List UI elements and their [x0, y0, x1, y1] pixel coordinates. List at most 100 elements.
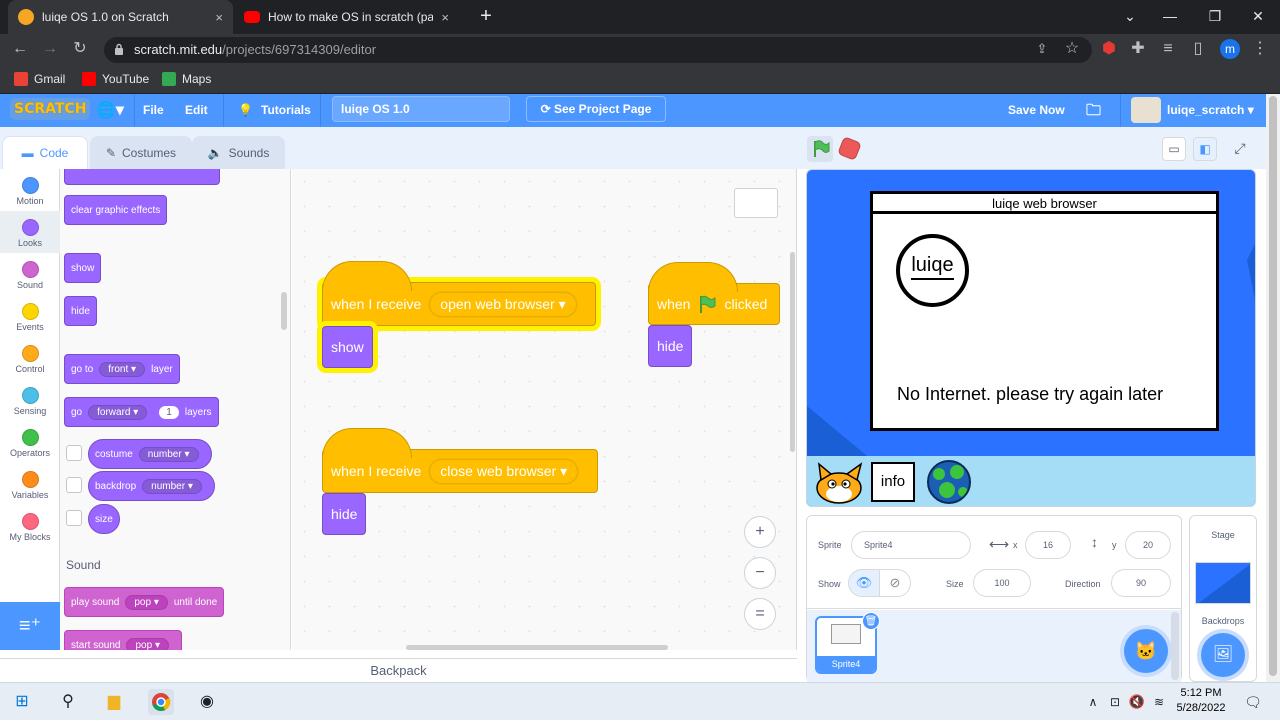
- close-window-button[interactable]: ✕: [1238, 4, 1278, 28]
- palette-block-costume-number[interactable]: costume number ▾: [88, 439, 212, 469]
- palette-block-show[interactable]: show: [64, 253, 102, 283]
- category-sensing[interactable]: Sensing: [0, 379, 60, 421]
- file-menu[interactable]: File: [143, 94, 164, 127]
- palette-block-backdrop-number[interactable]: backdrop number ▾: [88, 471, 215, 501]
- file-explorer-icon[interactable]: ▆: [101, 689, 127, 715]
- sprite-list-scrollbar[interactable]: [1171, 612, 1179, 680]
- tutorials-button[interactable]: Tutorials: [261, 94, 311, 127]
- reload-icon[interactable]: ↻: [70, 39, 90, 59]
- chrome-menu-icon[interactable]: ⋮: [1250, 39, 1270, 59]
- save-now-button[interactable]: Save Now: [1008, 94, 1065, 127]
- tab-costumes[interactable]: ✎ Costumes: [90, 136, 192, 169]
- category-control[interactable]: Control: [0, 337, 60, 379]
- minimize-button[interactable]: —: [1150, 4, 1190, 28]
- extensions-puzzle-icon[interactable]: ✚: [1128, 39, 1148, 59]
- info-app-button[interactable]: info: [871, 462, 915, 502]
- add-extension-button[interactable]: ≡⁺: [0, 602, 60, 650]
- block-hide[interactable]: hide: [648, 325, 693, 367]
- backdrop-dropdown[interactable]: number ▾: [142, 478, 202, 494]
- layer-dropdown[interactable]: front ▾: [99, 361, 146, 377]
- stage-selector[interactable]: Stage Backdrops 🖼: [1189, 515, 1257, 682]
- hat-when-i-receive-close[interactable]: when I receive close web browser ▾: [322, 428, 598, 493]
- category-events[interactable]: Events: [0, 295, 60, 337]
- show-visible-eye-icon[interactable]: 👁: [848, 569, 880, 597]
- close-tab-icon[interactable]: ×: [215, 10, 223, 25]
- side-panel-icon[interactable]: ▯: [1188, 39, 1208, 59]
- block-show[interactable]: show: [322, 326, 373, 368]
- chrome-taskbar-icon[interactable]: [148, 689, 174, 715]
- back-arrow-icon[interactable]: ←: [10, 39, 30, 59]
- username-menu[interactable]: luiqe_scratch ▾: [1167, 94, 1254, 127]
- windows-start-icon[interactable]: ⊞: [9, 689, 35, 715]
- share-icon[interactable]: ⇪: [1032, 39, 1052, 59]
- bookmark-gmail[interactable]: Gmail: [14, 71, 65, 87]
- media-control-icon[interactable]: ≡: [1158, 39, 1178, 59]
- script-horizontal-scrollbar[interactable]: [406, 645, 668, 650]
- scratch-logo[interactable]: SCRATCH: [10, 98, 91, 120]
- large-stage-button[interactable]: ◧: [1193, 137, 1217, 161]
- sound-dropdown[interactable]: pop ▾: [125, 594, 168, 610]
- fullscreen-icon[interactable]: ⤢: [1228, 137, 1252, 161]
- green-flag-button[interactable]: [807, 136, 833, 162]
- web-browser-globe-icon[interactable]: [927, 460, 971, 504]
- sound-dropdown[interactable]: pop ▾: [126, 637, 169, 650]
- palette-block-hide[interactable]: hide: [64, 296, 97, 326]
- category-looks[interactable]: Looks: [0, 211, 60, 253]
- category-motion[interactable]: Motion: [0, 169, 60, 211]
- zoom-reset-button[interactable]: =: [744, 598, 776, 630]
- script-area[interactable]: when I receive open web browser ▾ show w…: [292, 169, 797, 650]
- scratch-cat-icon[interactable]: [811, 460, 867, 506]
- script-vertical-scrollbar[interactable]: [790, 252, 795, 452]
- backdrop-monitor-checkbox[interactable]: [66, 477, 82, 493]
- costume-monitor-checkbox[interactable]: [66, 445, 82, 461]
- my-stuff-folder-icon[interactable]: 🗀: [1086, 94, 1101, 127]
- maximize-button[interactable]: ❐: [1195, 4, 1235, 28]
- edit-menu[interactable]: Edit: [185, 94, 208, 127]
- size-monitor-checkbox[interactable]: [66, 510, 82, 526]
- palette-block-size[interactable]: size: [88, 504, 120, 534]
- y-input[interactable]: 20: [1125, 531, 1171, 559]
- tab-code[interactable]: ▬ Code: [2, 136, 88, 169]
- palette-block-start-sound[interactable]: start sound pop ▾: [64, 630, 182, 650]
- palette-block-clear-graphic-effects[interactable]: clear graphic effects: [64, 195, 168, 225]
- choose-sprite-button[interactable]: 🐱: [1124, 629, 1168, 673]
- obs-recorder-icon[interactable]: ◉: [194, 689, 220, 715]
- message-dropdown[interactable]: open web browser ▾: [429, 291, 577, 317]
- choose-backdrop-button[interactable]: 🖼: [1201, 633, 1245, 677]
- notifications-icon[interactable]: 🗨: [1240, 689, 1266, 715]
- search-icon[interactable]: ⚲: [55, 689, 81, 715]
- bookmark-maps[interactable]: Maps: [162, 71, 211, 87]
- category-my-blocks[interactable]: My Blocks: [0, 505, 60, 547]
- palette-block-go-to-layer[interactable]: go to front ▾ layer: [64, 354, 180, 384]
- palette-scrollbar[interactable]: [281, 292, 287, 330]
- block-hide[interactable]: hide: [322, 493, 367, 535]
- x-input[interactable]: 16: [1025, 531, 1071, 559]
- address-bar[interactable]: scratch.mit.edu/projects/697314309/edito…: [104, 37, 1092, 63]
- message-dropdown[interactable]: close web browser ▾: [429, 458, 579, 484]
- see-project-page-button[interactable]: ⟳ See Project Page: [526, 96, 666, 122]
- page-scrollbar-thumb[interactable]: [1269, 96, 1277, 676]
- tab-luiqe-os[interactable]: luiqe OS 1.0 on Scratch ×: [8, 0, 233, 34]
- small-stage-button[interactable]: ▭: [1162, 137, 1186, 161]
- tab-sounds[interactable]: 🔈 Sounds: [192, 136, 285, 169]
- hat-when-i-receive-open[interactable]: when I receive open web browser ▾: [322, 261, 596, 326]
- delete-sprite-icon[interactable]: 🗑: [862, 612, 880, 630]
- profile-avatar[interactable]: m: [1220, 39, 1240, 59]
- hat-when-flag-clicked[interactable]: when clicked: [648, 262, 780, 325]
- tab-search-icon[interactable]: ⌄: [1110, 4, 1150, 28]
- direction-input[interactable]: 90: [1111, 569, 1171, 597]
- backpack[interactable]: Backpack: [0, 658, 797, 682]
- palette-block-go-forward-layers[interactable]: go forward ▾ 1 layers: [64, 397, 219, 427]
- forward-arrow-icon[interactable]: →: [40, 39, 60, 59]
- direction-dropdown[interactable]: forward ▾: [88, 404, 148, 420]
- new-tab-button[interactable]: +: [466, 4, 506, 28]
- language-globe-icon[interactable]: 🌐▾: [96, 94, 124, 127]
- stop-button[interactable]: [837, 136, 862, 161]
- user-avatar[interactable]: [1131, 97, 1161, 123]
- zoom-out-button[interactable]: −: [744, 557, 776, 589]
- hide-eye-slash-icon[interactable]: ⊘: [879, 569, 911, 597]
- tab-youtube-video[interactable]: How to make OS in scratch (part ×: [234, 0, 459, 34]
- sprite-name-input[interactable]: Sprite4: [851, 531, 971, 559]
- stage-canvas[interactable]: luiqe web browser luiqe No Internet. ple…: [806, 169, 1256, 507]
- palette-block-play-sound-until-done[interactable]: play sound pop ▾ until done: [64, 587, 225, 617]
